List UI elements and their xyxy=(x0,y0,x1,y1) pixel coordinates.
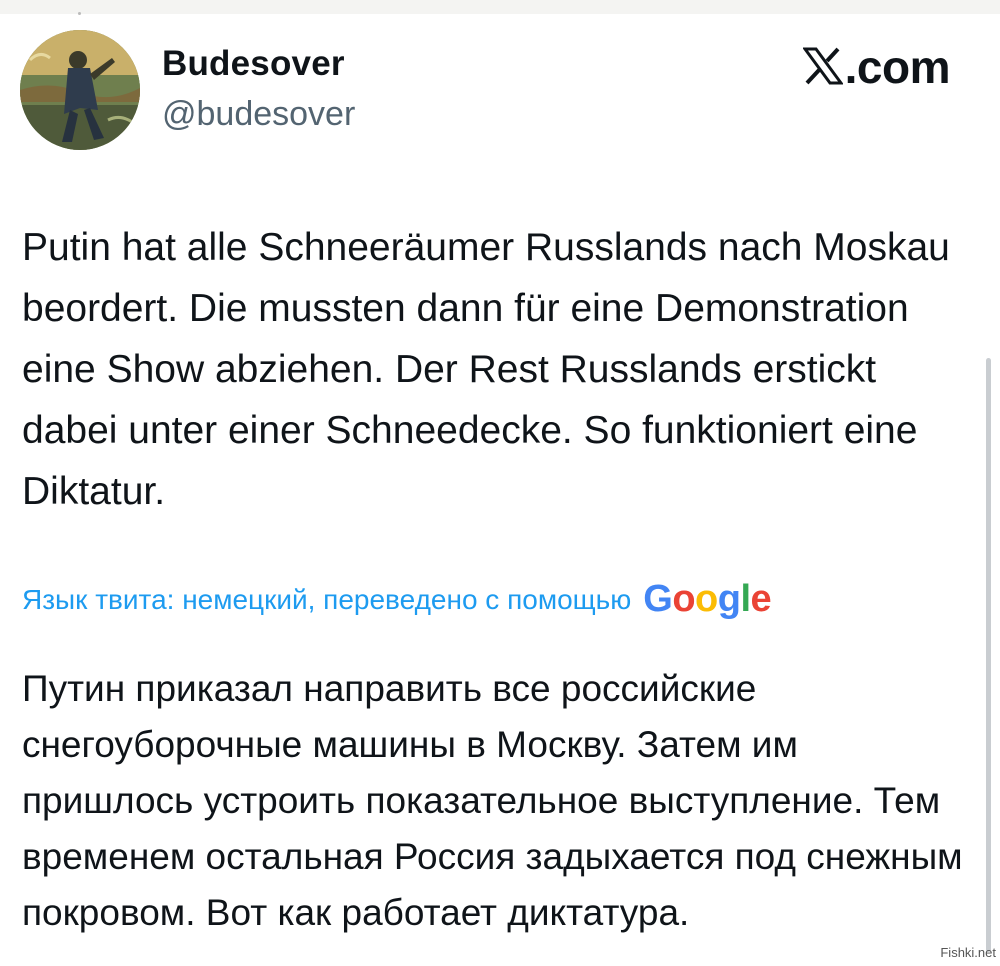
google-logo: Google xyxy=(643,578,772,620)
decorative-dot xyxy=(78,12,81,15)
source-brand-label: .com xyxy=(844,41,951,93)
avatar[interactable] xyxy=(20,30,140,150)
translation-attribution: Язык твита: немецкий, переведено с помощ… xyxy=(22,578,972,621)
author-display-name[interactable]: Budesover xyxy=(162,44,345,84)
translated-text: Путин приказал направить все российские … xyxy=(22,668,963,933)
avatar-painting-icon xyxy=(20,30,140,150)
translation-label[interactable]: Язык твита: немецкий, переведено с помощ… xyxy=(22,584,631,616)
tweet-text: Putin hat alle Schneeräumer Russlands na… xyxy=(22,226,950,513)
top-edge-strip xyxy=(0,0,1000,14)
scrollbar[interactable] xyxy=(986,358,991,952)
source-brand: .com xyxy=(802,40,951,94)
x-logo-icon xyxy=(802,47,843,85)
watermark: Fishki.net xyxy=(940,945,996,960)
author-handle[interactable]: @budesover xyxy=(162,95,355,134)
